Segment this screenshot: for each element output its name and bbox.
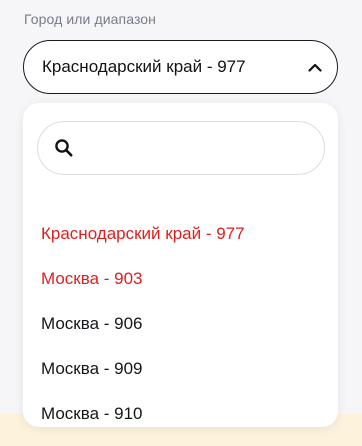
search-input[interactable] <box>84 122 324 174</box>
search-icon <box>54 138 74 158</box>
option-item[interactable]: Москва - 906 <box>41 301 321 346</box>
option-item[interactable]: Москва - 909 <box>41 346 321 391</box>
chevron-up-icon[interactable] <box>307 59 323 75</box>
option-item[interactable]: Краснодарский край - 977 <box>41 211 321 256</box>
option-item[interactable]: Москва - 910 <box>41 391 321 436</box>
page: Город или диапазон Краснодарский край - … <box>0 0 362 446</box>
search-box[interactable] <box>37 121 325 175</box>
range-select[interactable]: Краснодарский край - 977 <box>23 40 338 94</box>
option-item[interactable]: Москва - 903 <box>41 256 321 301</box>
options-list: Краснодарский край - 977 Москва - 903 Мо… <box>41 211 321 436</box>
field-label: Город или диапазон <box>24 11 157 27</box>
select-value: Краснодарский край - 977 <box>42 57 246 76</box>
dropdown-panel: Краснодарский край - 977 Москва - 903 Мо… <box>23 103 338 427</box>
